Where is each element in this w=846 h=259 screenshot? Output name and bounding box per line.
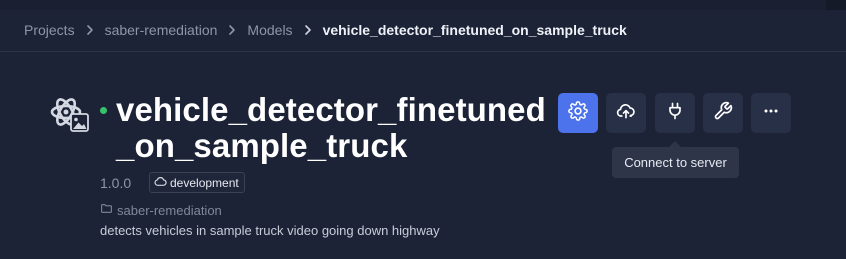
plug-icon [665, 101, 685, 126]
gear-icon [568, 100, 588, 126]
model-description: detects vehicles in sample truck video g… [100, 223, 440, 238]
project-link[interactable]: saber-remediation [100, 202, 222, 218]
chevron-right-icon [223, 24, 241, 36]
breadcrumb-models[interactable]: Models [247, 22, 292, 38]
tooltip: Connect to server [612, 147, 739, 178]
wrench-icon [713, 101, 733, 126]
settings-button[interactable] [558, 93, 598, 133]
model-version: 1.0.0 [100, 175, 132, 191]
cloud-icon [154, 175, 170, 191]
breadcrumb-current: vehicle_detector_finetuned_on_sample_tru… [322, 22, 627, 38]
breadcrumb-project[interactable]: saber-remediation [105, 22, 218, 38]
cloud-upload-icon [616, 101, 636, 126]
more-horizontal-icon [761, 101, 781, 126]
project-name: saber-remediation [117, 202, 222, 218]
more-options-button[interactable] [751, 93, 791, 133]
folder-icon [100, 202, 117, 218]
model-title: vehicle_detector_finetuned_on_sample_tru… [116, 91, 546, 164]
connect-server-button[interactable] [655, 93, 695, 133]
model-type-icon [50, 95, 92, 137]
top-strip [0, 0, 846, 10]
upload-button[interactable] [606, 93, 646, 133]
header-divider [0, 51, 846, 52]
tools-button[interactable] [703, 93, 743, 133]
tag-label: development [170, 175, 239, 190]
status-indicator [100, 107, 107, 114]
breadcrumb-projects[interactable]: Projects [24, 22, 75, 38]
environment-tag[interactable]: development [149, 172, 245, 193]
breadcrumb: Projects saber-remediation Models vehicl… [24, 19, 627, 41]
chevron-right-icon [299, 24, 317, 36]
chevron-right-icon [81, 24, 99, 36]
model-page: Projects saber-remediation Models vehicl… [0, 0, 846, 259]
